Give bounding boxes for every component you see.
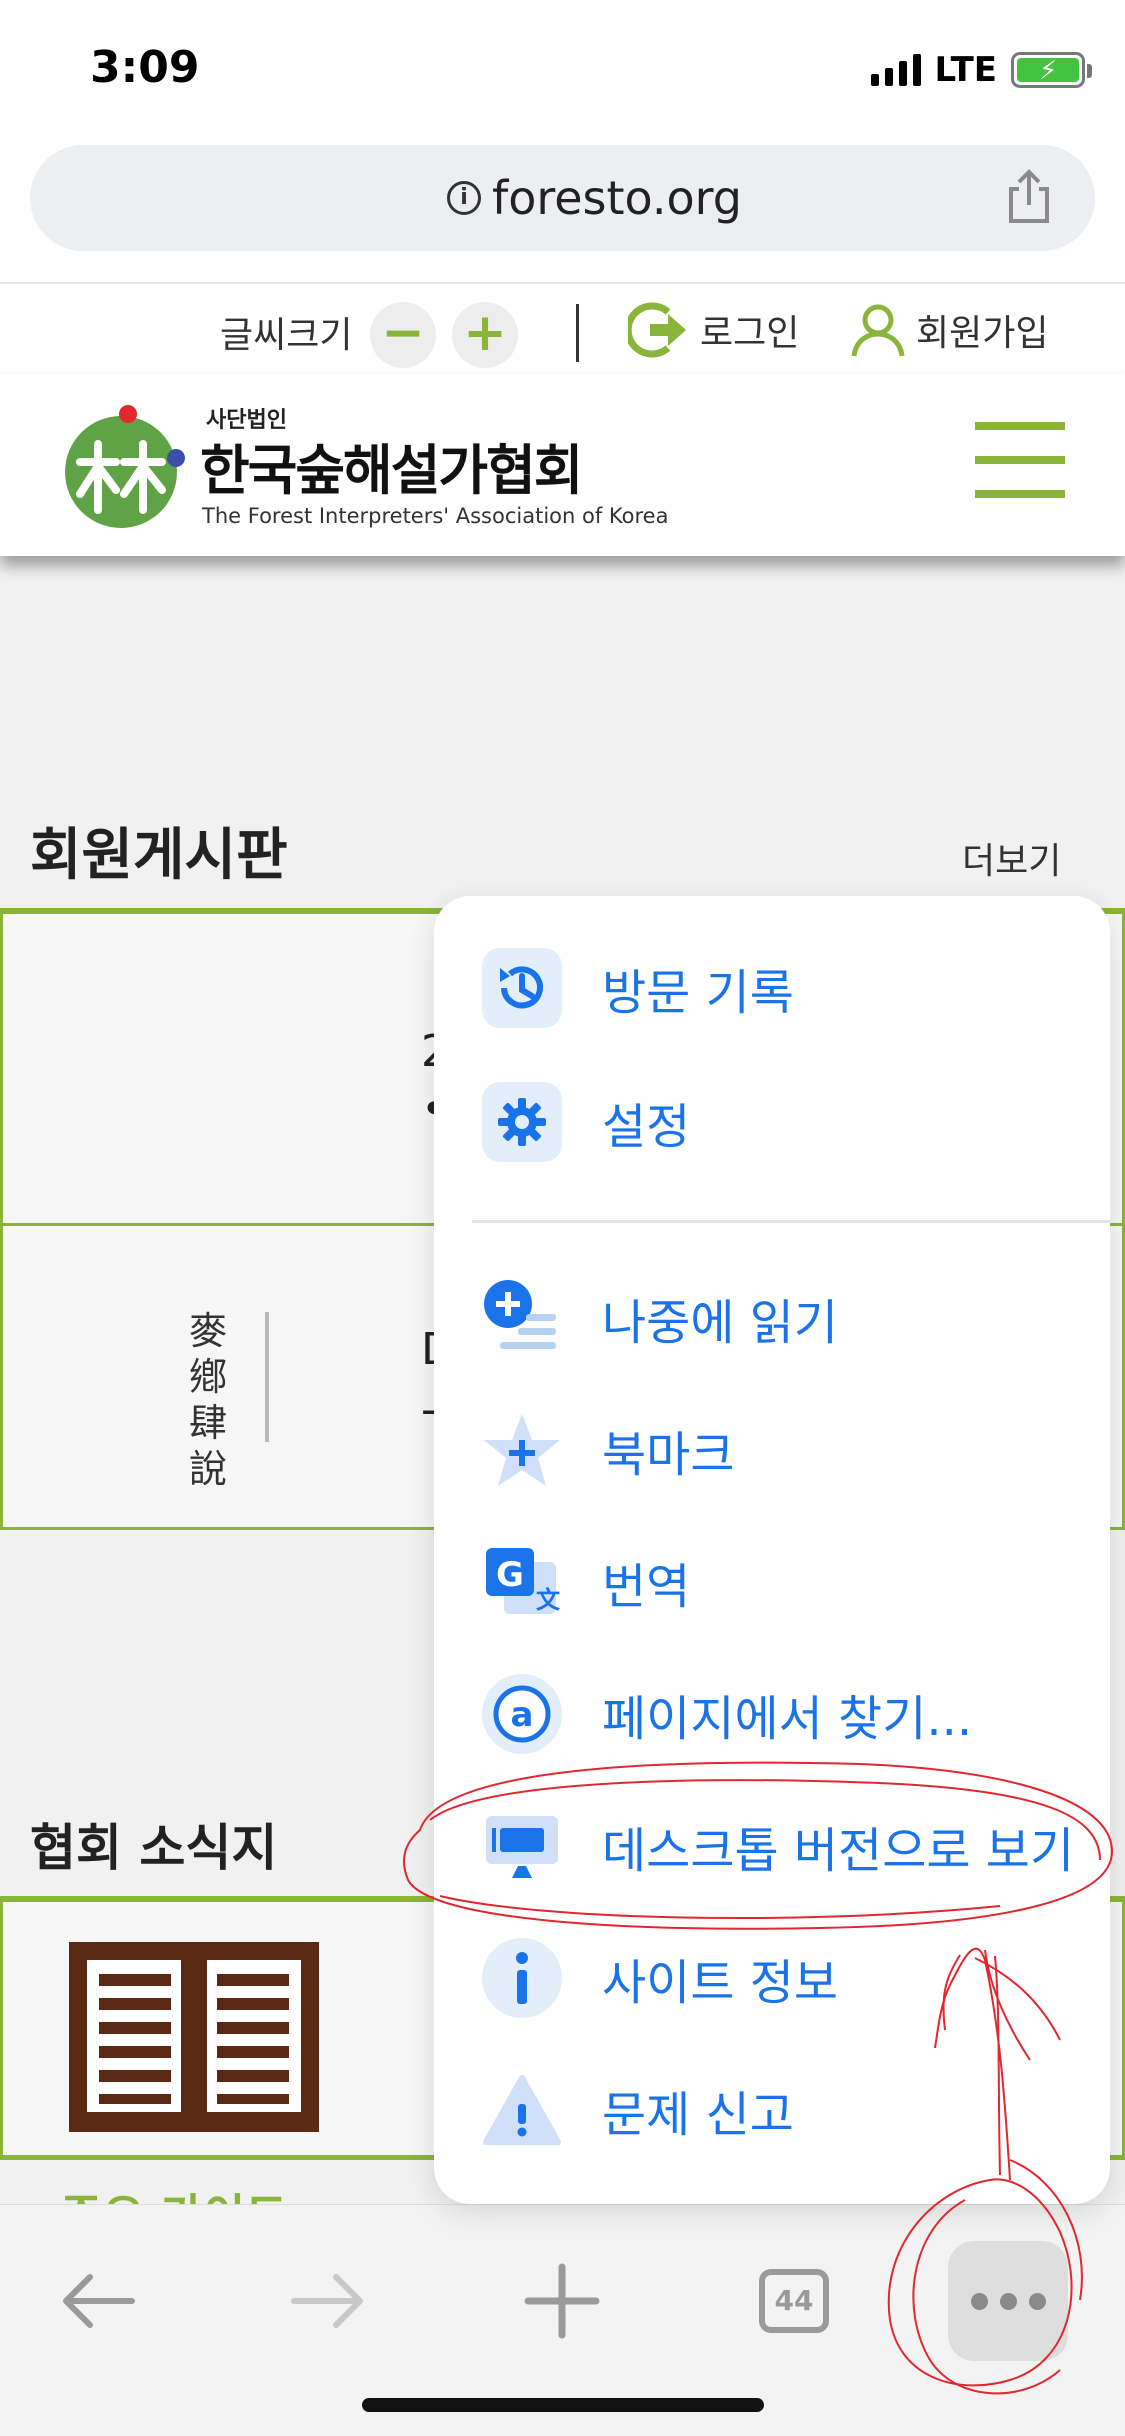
utility-separator xyxy=(576,304,579,362)
menu-item-desktop-site[interactable]: 데스크톱 버전으로 보기 xyxy=(482,1796,1102,1896)
thumb-char: 鄕 xyxy=(189,1355,228,1399)
association-logo[interactable] xyxy=(58,402,188,532)
svg-text:G: G xyxy=(496,1555,524,1595)
open-book-icon xyxy=(69,1942,319,2132)
menu-item-label: 사이트 정보 xyxy=(602,1955,839,2011)
bookmark-star-icon xyxy=(482,1410,562,1490)
tab-switcher-button[interactable]: 44 xyxy=(734,2241,854,2361)
menu-item-label: 데스크톱 버전으로 보기 xyxy=(602,1823,1075,1879)
site-header: 사단법인 한국숲해설가협회 The Forest Interpreters' A… xyxy=(0,374,1125,556)
svg-text:a: a xyxy=(511,1695,534,1735)
gear-icon xyxy=(482,1082,562,1162)
post-thumbnail: 麥 鄕 肆 說 xyxy=(113,1286,313,1491)
read-later-icon xyxy=(482,1278,562,1358)
arrow-left-icon xyxy=(63,2274,135,2328)
association-news-title: 협회 소식지 xyxy=(30,1819,278,1877)
menu-item-label: 문제 신고 xyxy=(602,2087,794,2143)
site-info-icon[interactable]: i xyxy=(447,181,481,215)
status-indicators: LTE ⚡ xyxy=(870,50,1092,90)
info-icon xyxy=(482,1938,562,2018)
font-size-label: 글씨크기 xyxy=(220,315,353,356)
battery-icon: ⚡ xyxy=(1011,52,1092,88)
warning-icon xyxy=(482,2070,562,2150)
login-link[interactable]: 로그인 xyxy=(628,302,799,358)
font-decrease-button[interactable]: − xyxy=(370,302,436,368)
forward-button[interactable] xyxy=(268,2241,388,2361)
find-in-page-icon: a xyxy=(482,1674,562,1754)
logo-english: The Forest Interpreters' Association of … xyxy=(202,504,669,528)
menu-item-translate[interactable]: G文 번역 xyxy=(482,1532,1102,1632)
thumb-char: 說 xyxy=(189,1447,228,1491)
menu-item-history[interactable]: 방문 기록 xyxy=(482,938,1102,1038)
menu-item-settings[interactable]: 설정 xyxy=(482,1072,1102,1172)
tab-count: 44 xyxy=(759,2269,829,2333)
new-tab-button[interactable] xyxy=(502,2241,622,2361)
members-board-title: 회원게시판 xyxy=(30,823,288,888)
menu-item-report-issue[interactable]: 문제 신고 xyxy=(482,2060,1102,2160)
history-icon xyxy=(482,948,562,1028)
more-menu-button[interactable] xyxy=(948,2241,1068,2361)
back-button[interactable] xyxy=(38,2241,158,2361)
menu-item-read-later[interactable]: 나중에 읽기 xyxy=(482,1268,1102,1368)
network-type: LTE xyxy=(934,50,997,90)
address-bar[interactable]: i foresto.org xyxy=(30,145,1095,251)
join-link[interactable]: 회원가입 xyxy=(850,302,1048,358)
menu-item-label: 페이지에서 찾기... xyxy=(602,1691,973,1747)
menu-item-label: 나중에 읽기 xyxy=(602,1295,839,1351)
arrow-right-icon xyxy=(291,2274,363,2328)
thumb-char: 麥 xyxy=(189,1309,228,1353)
signal-icon xyxy=(870,54,921,86)
url-text[interactable]: foresto.org xyxy=(492,171,742,225)
join-label: 회원가입 xyxy=(916,313,1049,354)
plus-icon xyxy=(524,2263,600,2339)
browser-overflow-menu: 방문 기록 설정 나중에 읽기 북마크 G文 번역 a 페이지에서 찾기... xyxy=(434,896,1110,2204)
login-label: 로그인 xyxy=(700,313,800,354)
menu-item-find-in-page[interactable]: a 페이지에서 찾기... xyxy=(482,1664,1102,1764)
menu-item-bookmark[interactable]: 북마크 xyxy=(482,1400,1102,1500)
thumb-char: 肆 xyxy=(189,1401,228,1445)
translate-icon: G文 xyxy=(482,1542,562,1622)
home-indicator xyxy=(362,2398,764,2412)
more-dots-icon xyxy=(948,2241,1068,2361)
menu-item-site-info[interactable]: 사이트 정보 xyxy=(482,1928,1102,2028)
status-time: 3:09 xyxy=(90,42,200,93)
svg-text:文: 文 xyxy=(536,1586,561,1614)
utility-bar: 글씨크기 − + 로그인 회원가입 xyxy=(0,284,1125,374)
menu-item-label: 북마크 xyxy=(602,1427,735,1483)
logo-korean: 한국숲해설가협회 xyxy=(200,438,583,502)
menu-item-label: 설정 xyxy=(602,1099,691,1155)
login-icon xyxy=(628,302,686,358)
menu-item-label: 번역 xyxy=(602,1559,691,1615)
menu-divider xyxy=(472,1220,1110,1223)
hamburger-menu-icon[interactable] xyxy=(975,422,1065,502)
menu-item-label: 방문 기록 xyxy=(602,965,794,1021)
font-increase-button[interactable]: + xyxy=(452,302,518,368)
desktop-site-icon xyxy=(482,1806,562,1886)
user-icon xyxy=(851,304,905,357)
members-board-more-link[interactable]: 더보기 xyxy=(962,832,1061,884)
share-icon[interactable] xyxy=(1005,169,1053,225)
status-bar: 3:09 LTE ⚡ xyxy=(0,0,1125,140)
